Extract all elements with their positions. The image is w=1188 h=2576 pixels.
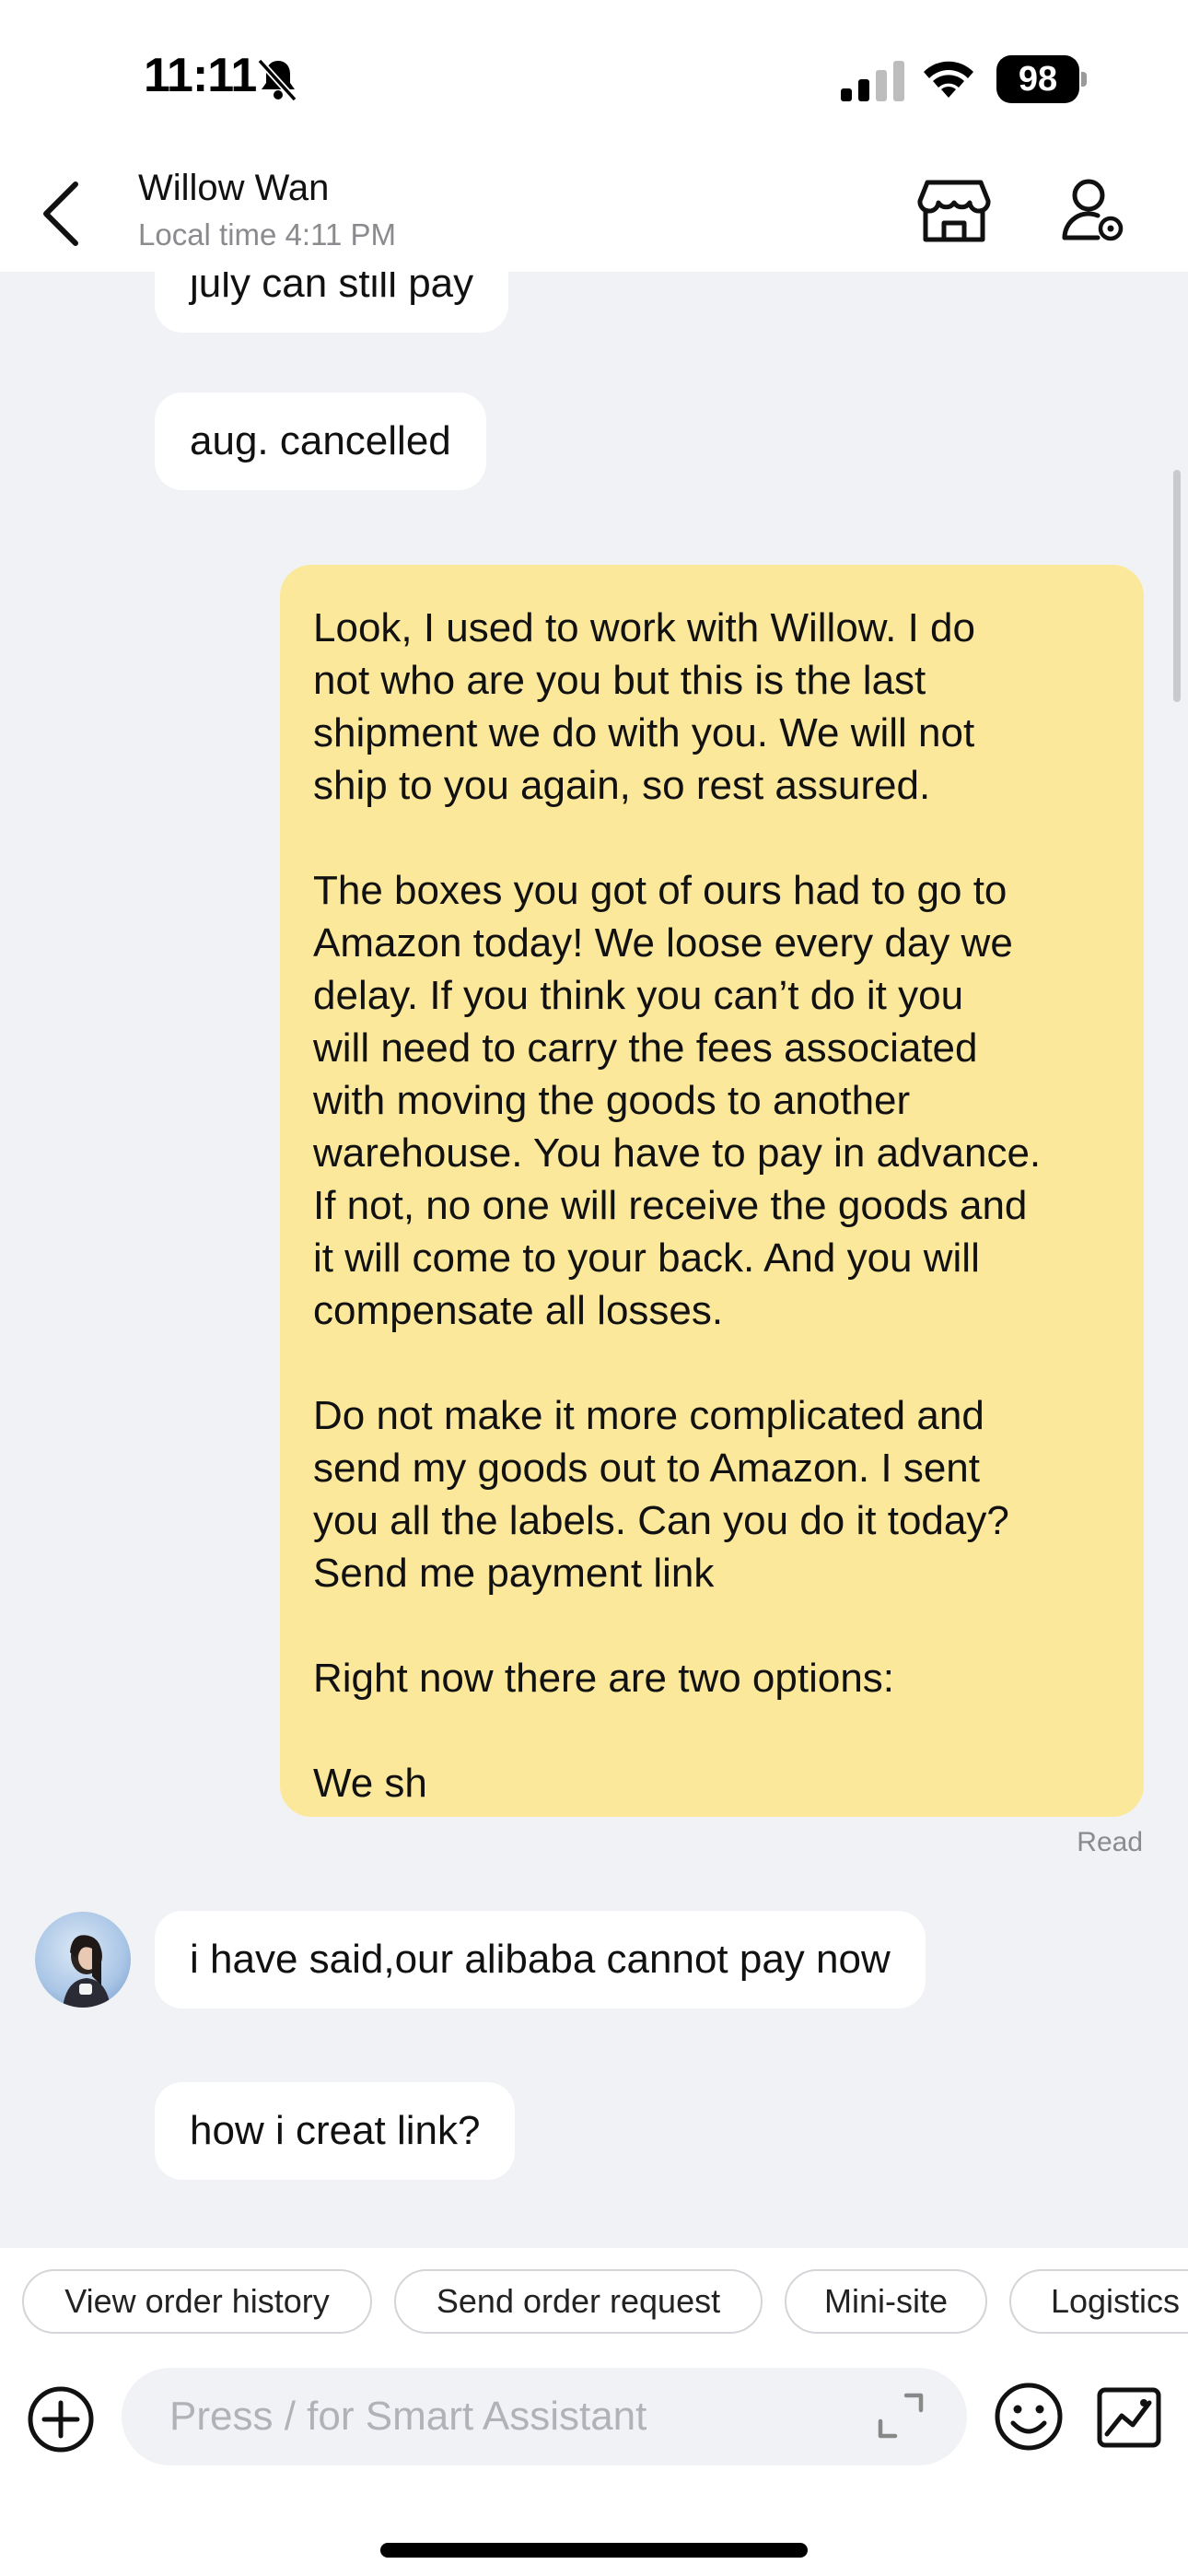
composer bbox=[0, 2368, 1188, 2576]
status-time: 11:11 bbox=[144, 49, 257, 102]
contact-name[interactable]: Willow Wan bbox=[138, 168, 329, 209]
bell-slash-icon bbox=[257, 58, 297, 101]
message-input[interactable] bbox=[122, 2368, 967, 2465]
incoming-message[interactable]: july can still pay bbox=[155, 272, 509, 333]
quick-actions-bar[interactable]: View order history Send order request Mi… bbox=[0, 2248, 1188, 2368]
chip-logistics[interactable]: Logistics bbox=[1009, 2269, 1188, 2334]
scrollbar[interactable] bbox=[1173, 470, 1181, 702]
incoming-message[interactable]: i have said,our alibaba cannot pay now bbox=[155, 1911, 926, 2008]
incoming-message[interactable]: aug. cancelled bbox=[155, 392, 486, 490]
image-icon[interactable] bbox=[1094, 2383, 1164, 2453]
profile-settings-icon[interactable] bbox=[1061, 175, 1127, 245]
plus-circle-icon[interactable] bbox=[24, 2383, 98, 2456]
cellular-signal-icon bbox=[841, 61, 904, 101]
battery-cap bbox=[1081, 72, 1087, 87]
outgoing-message[interactable]: Look, I used to work with Willow. I do n… bbox=[280, 565, 1144, 1817]
contact-local-time: Local time 4:11 PM bbox=[138, 217, 397, 252]
incoming-message[interactable]: how i creat link? bbox=[155, 2082, 516, 2180]
chip-mini-site[interactable]: Mini-site bbox=[785, 2269, 987, 2334]
back-button[interactable] bbox=[31, 177, 96, 251]
contact-avatar[interactable] bbox=[35, 1912, 131, 2008]
chip-view-order-history[interactable]: View order history bbox=[22, 2269, 372, 2334]
store-icon[interactable] bbox=[916, 175, 992, 245]
home-indicator[interactable] bbox=[380, 2543, 808, 2558]
wifi-icon bbox=[924, 61, 973, 98]
chat-header: Willow Wan Local time 4:11 PM bbox=[0, 157, 1188, 272]
read-receipt: Read bbox=[1077, 1827, 1143, 1857]
battery-indicator: 98 bbox=[996, 55, 1089, 103]
chip-send-order-request[interactable]: Send order request bbox=[394, 2269, 763, 2334]
message-list[interactable]: july can still pay aug. cancelled Look, … bbox=[0, 272, 1188, 2248]
status-bar: 11:11 98 bbox=[0, 0, 1188, 157]
emoji-icon[interactable] bbox=[993, 2381, 1065, 2453]
expand-icon[interactable] bbox=[875, 2390, 926, 2441]
battery-level: 98 bbox=[996, 55, 1079, 103]
